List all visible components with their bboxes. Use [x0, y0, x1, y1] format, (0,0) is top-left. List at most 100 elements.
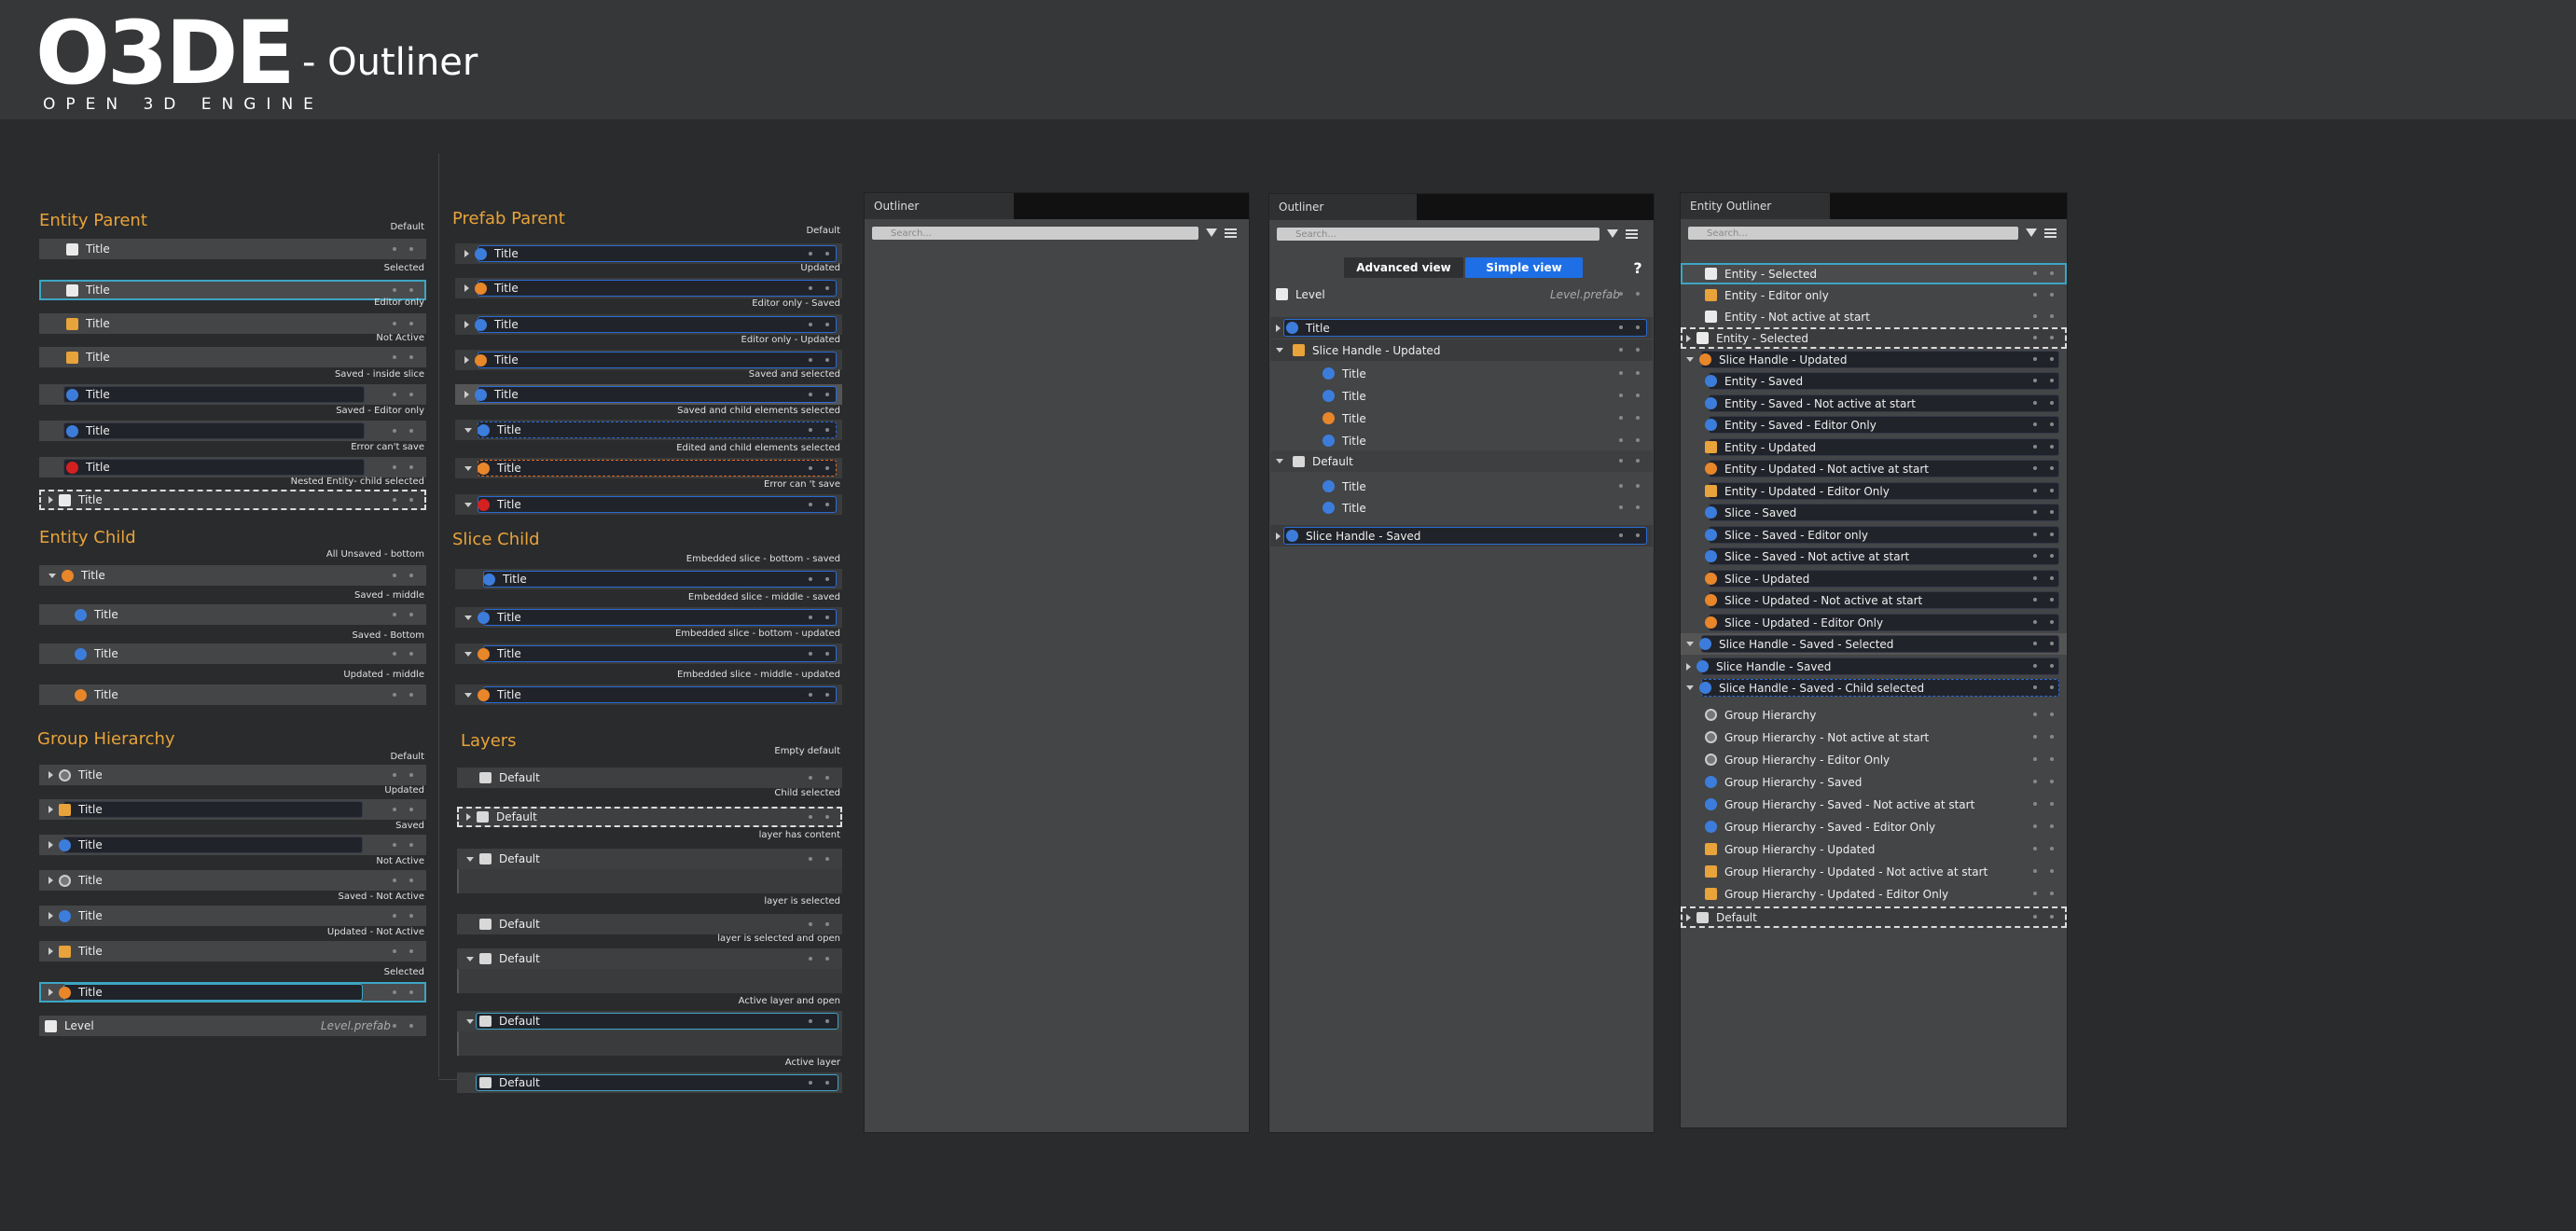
visibility-lock-toggles[interactable] [2033, 749, 2054, 769]
visibility-lock-toggles[interactable] [809, 685, 829, 705]
filter-icon[interactable] [1206, 228, 1217, 237]
visibility-lock-toggles[interactable] [393, 280, 413, 300]
visibility-lock-toggles[interactable] [1619, 385, 1640, 406]
visibility-lock-toggles[interactable] [393, 870, 413, 891]
outliner-row[interactable]: Title [39, 835, 426, 855]
visibility-lock-toggles[interactable] [2033, 458, 2054, 478]
visibility-lock-toggles[interactable] [393, 643, 413, 664]
visibility-lock-toggles[interactable] [393, 835, 413, 855]
visibility-lock-toggles[interactable] [393, 384, 413, 405]
visibility-lock-toggles[interactable] [2033, 263, 2054, 284]
visibility-lock-toggles[interactable] [2033, 524, 2054, 545]
visibility-lock-toggles[interactable] [1619, 476, 1640, 496]
outliner-row[interactable]: Title [39, 685, 426, 705]
outliner-row[interactable]: Title [455, 314, 842, 335]
visibility-lock-toggles[interactable] [809, 607, 829, 628]
layer-row[interactable]: Default [457, 768, 842, 788]
outliner-row[interactable]: Entity - Saved - Not active at start [1681, 393, 2067, 414]
visibility-lock-toggles[interactable] [1619, 363, 1640, 383]
outliner-row[interactable]: Title [455, 350, 842, 370]
outliner-row[interactable]: Slice Handle - Saved - Child selected [1681, 677, 2067, 698]
visibility-lock-toggles[interactable] [809, 914, 829, 934]
outliner-row[interactable]: Title [455, 607, 842, 628]
expand-arrow-icon[interactable] [1276, 324, 1281, 332]
visibility-lock-toggles[interactable] [393, 906, 413, 926]
outliner-row[interactable]: Title [455, 685, 842, 705]
visibility-lock-toggles[interactable] [809, 948, 829, 969]
visibility-lock-toggles[interactable] [2033, 771, 2054, 792]
outliner-row[interactable]: Entity - Updated - Not active at start [1681, 458, 2067, 479]
outliner-row[interactable]: Title [1270, 430, 1653, 451]
visibility-lock-toggles[interactable] [2033, 327, 2054, 348]
visibility-lock-toggles[interactable] [2033, 726, 2054, 747]
visibility-lock-toggles[interactable] [1619, 284, 1640, 304]
collapse-arrow-icon[interactable] [464, 615, 472, 620]
visibility-lock-toggles[interactable] [809, 807, 829, 827]
outliner-row[interactable]: Title [39, 565, 426, 586]
outliner-row[interactable]: Title [455, 420, 842, 440]
visibility-lock-toggles[interactable] [809, 278, 829, 298]
outliner-row[interactable]: Title [39, 941, 426, 961]
outliner-row[interactable]: Title [455, 278, 842, 298]
outliner-row[interactable]: Title [455, 494, 842, 515]
visibility-lock-toggles[interactable] [2033, 349, 2054, 369]
outliner-row[interactable]: Slice - Updated [1681, 568, 2067, 589]
outliner-row[interactable]: Title [455, 569, 842, 589]
simple-view-button[interactable]: Simple view [1465, 257, 1583, 278]
visibility-lock-toggles[interactable] [1619, 430, 1640, 450]
outliner-row[interactable]: Slice Handle - Saved - Selected [1681, 633, 2067, 655]
visibility-lock-toggles[interactable] [809, 384, 829, 405]
visibility-lock-toggles[interactable] [1619, 317, 1640, 338]
visibility-lock-toggles[interactable] [2033, 284, 2054, 305]
outliner-row[interactable]: Title [39, 239, 426, 259]
outliner-row[interactable]: Title [39, 906, 426, 926]
visibility-lock-toggles[interactable] [809, 569, 829, 589]
outliner-row[interactable]: Entity - Updated - Editor Only [1681, 480, 2067, 502]
expand-arrow-icon[interactable] [48, 912, 53, 920]
outliner-row[interactable]: Entity - Updated [1681, 436, 2067, 458]
visibility-lock-toggles[interactable] [2033, 480, 2054, 501]
outliner-row[interactable]: Entity - Not active at start [1681, 306, 2067, 327]
visibility-lock-toggles[interactable] [393, 565, 413, 586]
filter-icon[interactable] [2026, 228, 2037, 237]
visibility-lock-toggles[interactable] [2033, 612, 2054, 632]
layer-row[interactable]: Default [457, 807, 842, 827]
collapse-arrow-icon[interactable] [464, 502, 472, 507]
expand-arrow-icon[interactable] [464, 321, 469, 328]
outliner-row[interactable]: Title [39, 421, 426, 441]
expand-arrow-icon[interactable] [48, 806, 53, 813]
visibility-lock-toggles[interactable] [393, 765, 413, 785]
outliner-row[interactable]: Slice - Saved - Editor only [1681, 524, 2067, 546]
outliner-row[interactable]: Slice - Updated - Not active at start [1681, 589, 2067, 611]
search-input[interactable]: Search... [1688, 227, 2018, 240]
expand-arrow-icon[interactable] [466, 813, 471, 821]
outliner-row[interactable]: Entity - Saved - Editor Only [1681, 414, 2067, 436]
collapse-arrow-icon[interactable] [466, 956, 474, 961]
outliner-row[interactable]: Default [1270, 450, 1653, 472]
menu-icon[interactable] [1626, 229, 1638, 239]
visibility-lock-toggles[interactable] [809, 849, 829, 869]
expand-arrow-icon[interactable] [464, 356, 469, 364]
search-input[interactable]: Search... [872, 227, 1198, 240]
menu-icon[interactable] [1225, 228, 1237, 238]
visibility-lock-toggles[interactable] [393, 941, 413, 961]
outliner-row[interactable]: Entity - Saved [1681, 370, 2067, 392]
outliner-row[interactable]: Title [455, 243, 842, 264]
outliner-row[interactable]: Title [39, 384, 426, 405]
help-button[interactable]: ? [1630, 257, 1645, 278]
outliner-row[interactable]: Group Hierarchy - Saved [1681, 771, 2067, 793]
visibility-lock-toggles[interactable] [2033, 414, 2054, 435]
collapse-arrow-icon[interactable] [1686, 642, 1694, 646]
outliner-row[interactable]: Slice Handle - Updated [1681, 349, 2067, 370]
collapse-arrow-icon[interactable] [466, 856, 474, 862]
outliner-row[interactable]: Title [39, 457, 426, 477]
visibility-lock-toggles[interactable] [809, 243, 829, 264]
visibility-lock-toggles[interactable] [2033, 436, 2054, 457]
outliner-row[interactable]: Title [39, 280, 426, 300]
visibility-lock-toggles[interactable] [809, 768, 829, 788]
outliner-row[interactable]: Title [39, 765, 426, 785]
outliner-row[interactable]: Title [1270, 363, 1653, 384]
collapse-arrow-icon[interactable] [1276, 348, 1283, 353]
layer-row[interactable]: Default [457, 849, 842, 869]
visibility-lock-toggles[interactable] [809, 1011, 829, 1031]
